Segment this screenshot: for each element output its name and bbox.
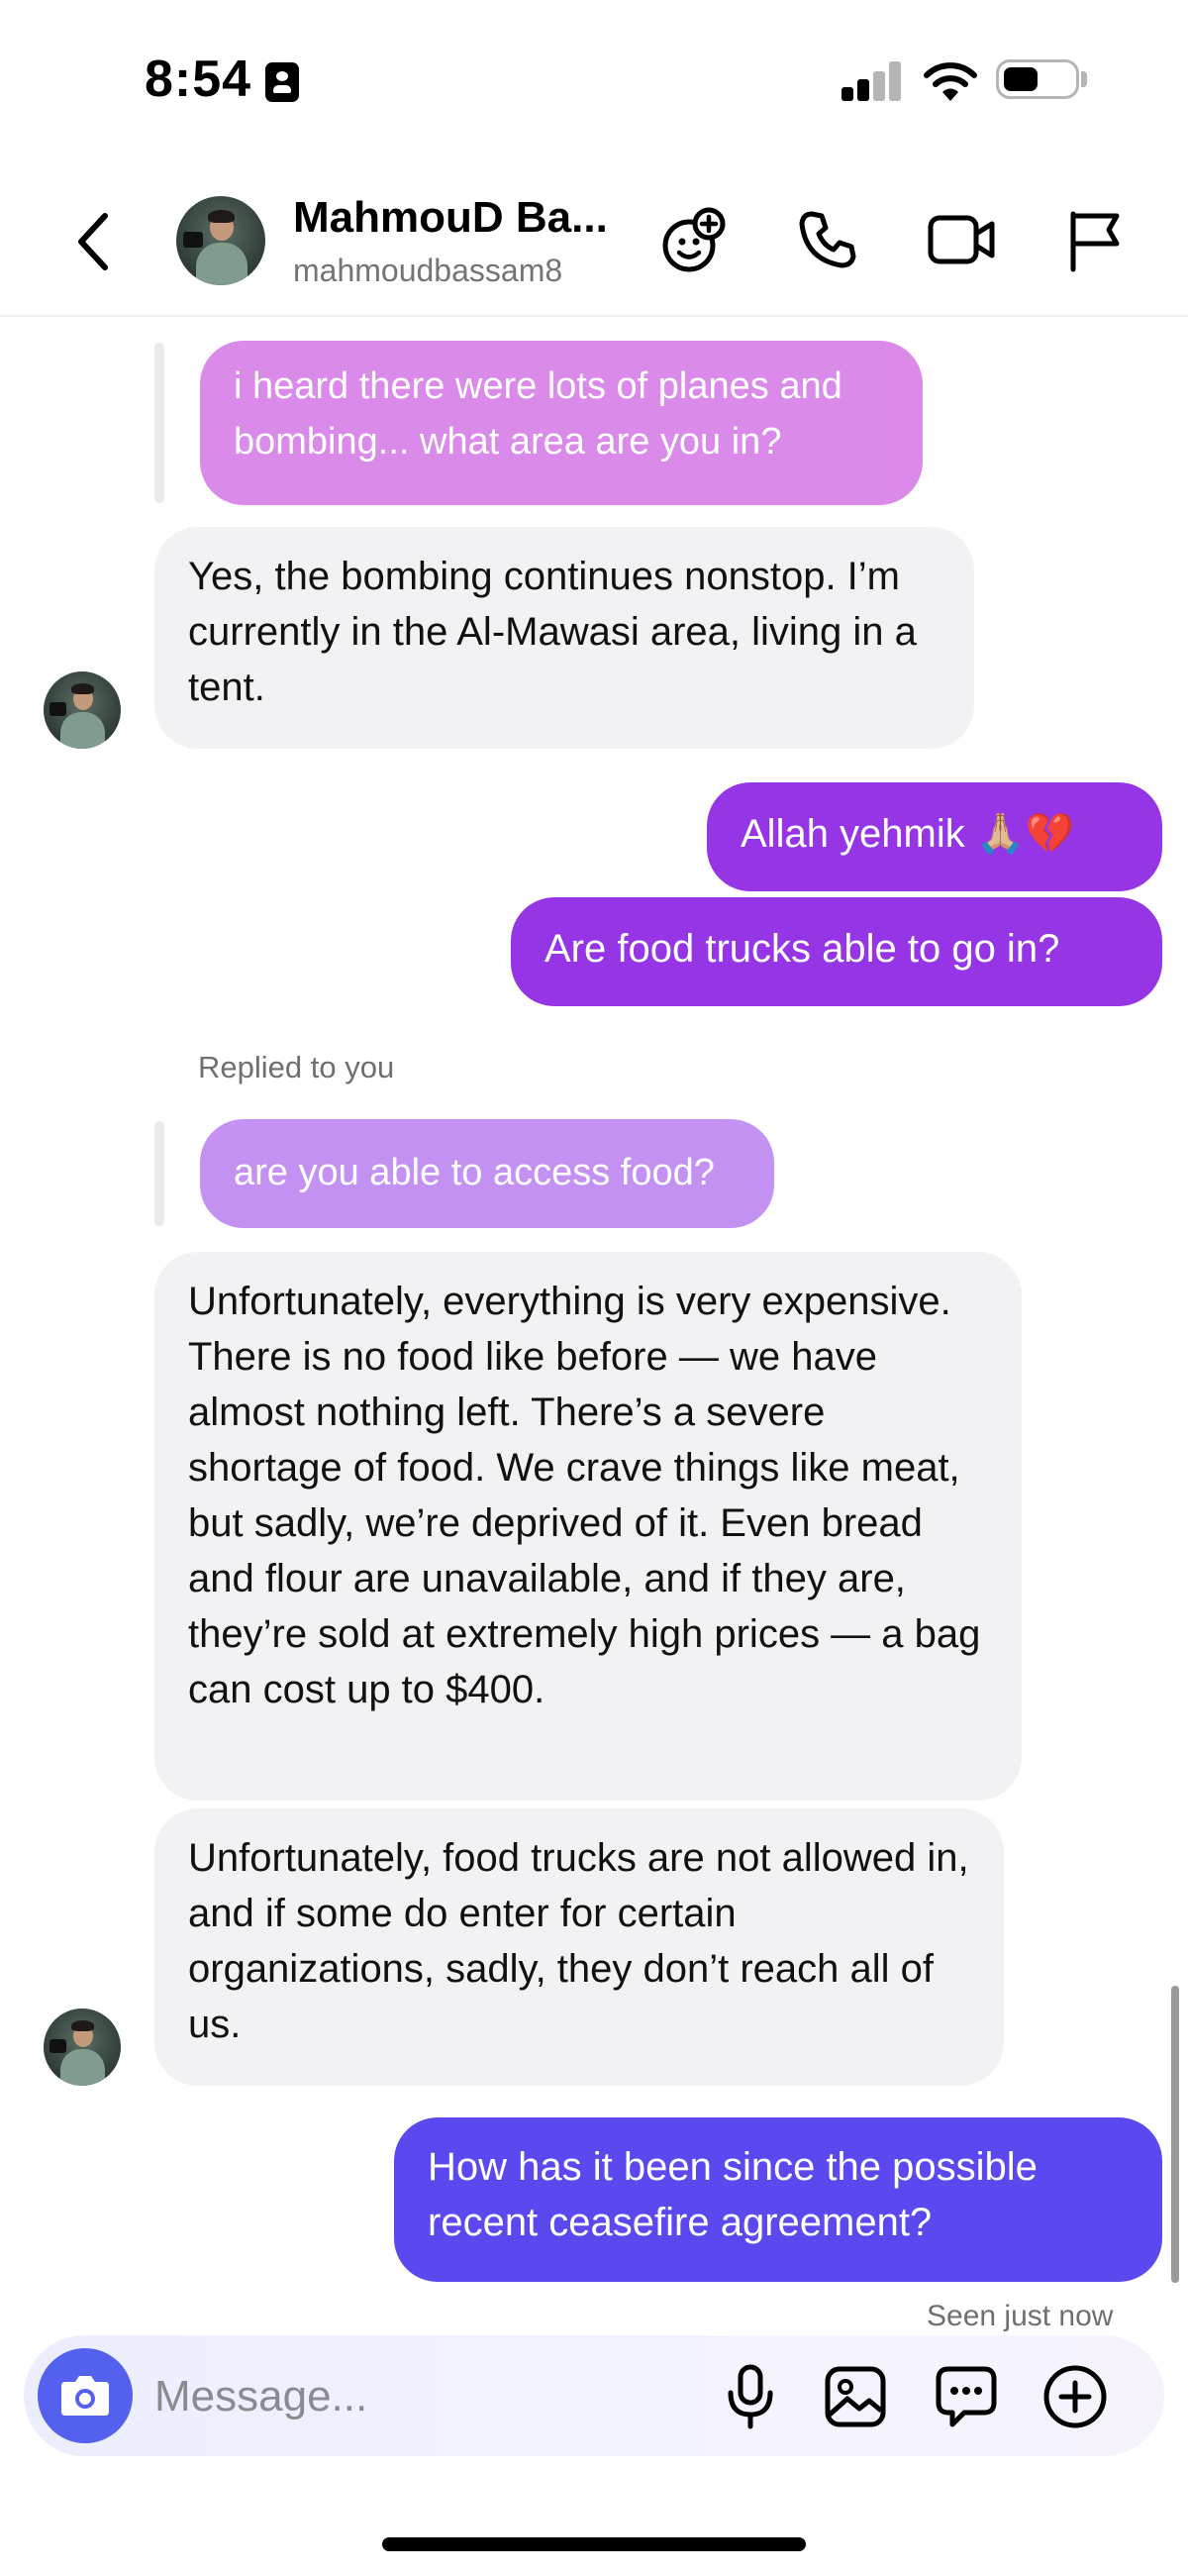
- sender-avatar: [44, 671, 121, 749]
- outgoing-message[interactable]: Are food trucks able to go in?: [511, 897, 1162, 1006]
- battery-cap: [1081, 71, 1087, 87]
- camera-icon: [61, 2376, 109, 2416]
- mic-icon[interactable]: [723, 2363, 778, 2430]
- chat-bubble-icon[interactable]: [935, 2365, 998, 2430]
- emoji-plus-icon[interactable]: [659, 204, 731, 275]
- sender-avatar: [44, 2009, 121, 2086]
- wifi-icon: [921, 59, 980, 103]
- incoming-message[interactable]: Yes, the bombing continues nonstop. I’m …: [154, 527, 974, 749]
- id-badge-icon: [265, 62, 299, 102]
- quoted-message[interactable]: i heard there were lots of planes and bo…: [200, 341, 923, 505]
- phone-icon[interactable]: [796, 208, 859, 271]
- outgoing-message[interactable]: Allah yehmik 🙏🏼💔: [707, 782, 1162, 891]
- quote-bar: [154, 1121, 164, 1226]
- quote-bar: [154, 343, 164, 503]
- video-icon[interactable]: [927, 212, 998, 267]
- back-icon[interactable]: [71, 210, 115, 273]
- quoted-message[interactable]: are you able to access food?: [200, 1119, 774, 1228]
- scrollbar[interactable]: [1171, 1986, 1179, 2283]
- outgoing-message[interactable]: How has it been since the possible recen…: [394, 2117, 1162, 2282]
- battery-icon: [996, 59, 1079, 99]
- seen-status: Seen just now: [927, 2300, 1114, 2332]
- message-input[interactable]: [154, 2367, 669, 2426]
- replied-label: Replied to you: [198, 1050, 395, 1084]
- cellular-signal-icon: [842, 61, 903, 101]
- status-time: 8:54: [145, 51, 252, 108]
- gallery-icon[interactable]: [824, 2365, 887, 2428]
- plus-circle-icon[interactable]: [1041, 2363, 1109, 2430]
- incoming-message[interactable]: Unfortunately, food trucks are not allow…: [154, 1808, 1004, 2086]
- header-divider: [0, 315, 1188, 317]
- camera-button[interactable]: [38, 2348, 133, 2443]
- contact-username[interactable]: mahmoudbassam8: [293, 253, 562, 289]
- contact-avatar[interactable]: [176, 196, 265, 285]
- flag-icon[interactable]: [1065, 208, 1125, 273]
- contact-name[interactable]: MahmouD Ba...: [293, 193, 608, 243]
- incoming-message[interactable]: Unfortunately, everything is very expens…: [154, 1252, 1022, 1801]
- home-indicator[interactable]: [382, 2537, 806, 2551]
